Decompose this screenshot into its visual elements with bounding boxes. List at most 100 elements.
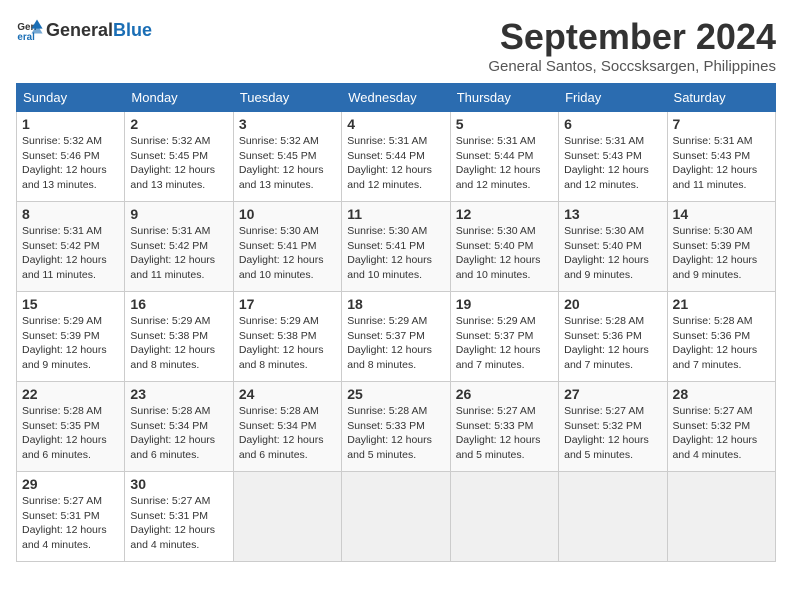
calendar-cell: 25 Sunrise: 5:28 AM Sunset: 5:33 PM Dayli… <box>342 382 450 472</box>
calendar-cell: 22 Sunrise: 5:28 AM Sunset: 5:35 PM Dayli… <box>17 382 125 472</box>
calendar-cell: 2 Sunrise: 5:32 AM Sunset: 5:45 PM Daylig… <box>125 112 233 202</box>
calendar-cell: 13 Sunrise: 5:30 AM Sunset: 5:40 PM Dayli… <box>559 202 667 292</box>
calendar-cell: 12 Sunrise: 5:30 AM Sunset: 5:40 PM Dayli… <box>450 202 558 292</box>
calendar-cell: 21 Sunrise: 5:28 AM Sunset: 5:36 PM Dayli… <box>667 292 775 382</box>
logo-blue: Blue <box>113 20 152 40</box>
calendar-cell: 19Sunrise: 5:29 AM Sunset: 5:37 PM Dayli… <box>450 292 558 382</box>
day-info: Sunrise: 5:27 AM Sunset: 5:32 PM Dayligh… <box>564 404 661 463</box>
day-number: 30 <box>130 476 227 492</box>
calendar-cell <box>450 472 558 562</box>
day-number: 6 <box>564 116 661 132</box>
logo-icon: Gen eral <box>16 16 44 44</box>
logo-general: General <box>46 20 113 40</box>
calendar-cell <box>342 472 450 562</box>
day-info: Sunrise: 5:31 AM Sunset: 5:44 PM Dayligh… <box>456 134 553 193</box>
calendar-cell: 30 Sunrise: 5:27 AM Sunset: 5:31 PM Dayli… <box>125 472 233 562</box>
day-number: 5 <box>456 116 553 132</box>
day-number: 13 <box>564 206 661 222</box>
day-number: 3 <box>239 116 336 132</box>
calendar-cell: 27 Sunrise: 5:27 AM Sunset: 5:32 PM Dayli… <box>559 382 667 472</box>
week-row-3: 15 Sunrise: 5:29 AM Sunset: 5:39 PM Dayli… <box>17 292 776 382</box>
day-info: Sunrise: 5:31 AM Sunset: 5:42 PM Dayligh… <box>22 224 119 283</box>
calendar-cell: 15 Sunrise: 5:29 AM Sunset: 5:39 PM Dayli… <box>17 292 125 382</box>
logo: Gen eral GeneralBlue <box>16 16 152 44</box>
calendar-cell: 11 Sunrise: 5:30 AM Sunset: 5:41 PM Dayli… <box>342 202 450 292</box>
day-info: Sunrise: 5:32 AM Sunset: 5:45 PM Dayligh… <box>130 134 227 193</box>
day-number: 9 <box>130 206 227 222</box>
day-info: Sunrise: 5:27 AM Sunset: 5:32 PM Dayligh… <box>673 404 770 463</box>
week-row-4: 22 Sunrise: 5:28 AM Sunset: 5:35 PM Dayli… <box>17 382 776 472</box>
day-info: Sunrise: 5:28 AM Sunset: 5:34 PM Dayligh… <box>239 404 336 463</box>
location-subtitle: General Santos, Soccsksargen, Philippine… <box>488 58 776 75</box>
calendar-cell <box>667 472 775 562</box>
header-saturday: Saturday <box>667 84 775 112</box>
day-info: Sunrise: 5:31 AM Sunset: 5:42 PM Dayligh… <box>130 224 227 283</box>
calendar-cell: 9 Sunrise: 5:31 AM Sunset: 5:42 PM Daylig… <box>125 202 233 292</box>
day-number: 25 <box>347 386 444 402</box>
calendar-table: Sunday Monday Tuesday Wednesday Thursday… <box>16 83 776 562</box>
day-number: 18 <box>347 296 444 312</box>
day-number: 11 <box>347 206 444 222</box>
day-info: Sunrise: 5:31 AM Sunset: 5:44 PM Dayligh… <box>347 134 444 193</box>
day-number: 23 <box>130 386 227 402</box>
day-info: Sunrise: 5:29 AM Sunset: 5:37 PM Dayligh… <box>456 314 553 373</box>
day-number: 27 <box>564 386 661 402</box>
day-number: 20 <box>564 296 661 312</box>
calendar-cell: 5 Sunrise: 5:31 AM Sunset: 5:44 PM Daylig… <box>450 112 558 202</box>
day-number: 12 <box>456 206 553 222</box>
day-number: 24 <box>239 386 336 402</box>
day-number: 2 <box>130 116 227 132</box>
header-friday: Friday <box>559 84 667 112</box>
day-info: Sunrise: 5:30 AM Sunset: 5:41 PM Dayligh… <box>347 224 444 283</box>
day-info: Sunrise: 5:27 AM Sunset: 5:31 PM Dayligh… <box>130 494 227 553</box>
day-info: Sunrise: 5:28 AM Sunset: 5:36 PM Dayligh… <box>673 314 770 373</box>
calendar-cell: 3 Sunrise: 5:32 AM Sunset: 5:45 PM Daylig… <box>233 112 341 202</box>
day-number: 7 <box>673 116 770 132</box>
day-info: Sunrise: 5:28 AM Sunset: 5:35 PM Dayligh… <box>22 404 119 463</box>
weekday-header-row: Sunday Monday Tuesday Wednesday Thursday… <box>17 84 776 112</box>
header-wednesday: Wednesday <box>342 84 450 112</box>
calendar-cell: 16 Sunrise: 5:29 AM Sunset: 5:38 PM Dayli… <box>125 292 233 382</box>
calendar-cell <box>233 472 341 562</box>
calendar-cell: 20Sunrise: 5:28 AM Sunset: 5:36 PM Dayli… <box>559 292 667 382</box>
calendar-cell: 18Sunrise: 5:29 AM Sunset: 5:37 PM Dayli… <box>342 292 450 382</box>
day-info: Sunrise: 5:29 AM Sunset: 5:38 PM Dayligh… <box>130 314 227 373</box>
day-info: Sunrise: 5:28 AM Sunset: 5:34 PM Dayligh… <box>130 404 227 463</box>
title-block: September 2024 General Santos, Soccsksar… <box>488 16 776 75</box>
day-info: Sunrise: 5:28 AM Sunset: 5:33 PM Dayligh… <box>347 404 444 463</box>
day-info: Sunrise: 5:31 AM Sunset: 5:43 PM Dayligh… <box>564 134 661 193</box>
day-info: Sunrise: 5:30 AM Sunset: 5:39 PM Dayligh… <box>673 224 770 283</box>
day-info: Sunrise: 5:29 AM Sunset: 5:38 PM Dayligh… <box>239 314 336 373</box>
calendar-cell: 1Sunrise: 5:32 AM Sunset: 5:46 PM Daylig… <box>17 112 125 202</box>
calendar-cell: 23 Sunrise: 5:28 AM Sunset: 5:34 PM Dayli… <box>125 382 233 472</box>
day-number: 22 <box>22 386 119 402</box>
month-year-title: September 2024 <box>488 16 776 58</box>
calendar-cell: 10Sunrise: 5:30 AM Sunset: 5:41 PM Dayli… <box>233 202 341 292</box>
day-number: 15 <box>22 296 119 312</box>
header-sunday: Sunday <box>17 84 125 112</box>
day-info: Sunrise: 5:32 AM Sunset: 5:45 PM Dayligh… <box>239 134 336 193</box>
day-number: 21 <box>673 296 770 312</box>
day-number: 28 <box>673 386 770 402</box>
day-number: 17 <box>239 296 336 312</box>
header-tuesday: Tuesday <box>233 84 341 112</box>
calendar-cell: 8 Sunrise: 5:31 AM Sunset: 5:42 PM Daylig… <box>17 202 125 292</box>
calendar-cell: 14Sunrise: 5:30 AM Sunset: 5:39 PM Dayli… <box>667 202 775 292</box>
calendar-cell: 4Sunrise: 5:31 AM Sunset: 5:44 PM Daylig… <box>342 112 450 202</box>
day-info: Sunrise: 5:30 AM Sunset: 5:40 PM Dayligh… <box>456 224 553 283</box>
day-number: 10 <box>239 206 336 222</box>
day-number: 26 <box>456 386 553 402</box>
day-info: Sunrise: 5:29 AM Sunset: 5:39 PM Dayligh… <box>22 314 119 373</box>
calendar-cell: 28 Sunrise: 5:27 AM Sunset: 5:32 PM Dayli… <box>667 382 775 472</box>
calendar-cell: 6 Sunrise: 5:31 AM Sunset: 5:43 PM Daylig… <box>559 112 667 202</box>
day-number: 16 <box>130 296 227 312</box>
week-row-2: 8 Sunrise: 5:31 AM Sunset: 5:42 PM Daylig… <box>17 202 776 292</box>
day-info: Sunrise: 5:30 AM Sunset: 5:40 PM Dayligh… <box>564 224 661 283</box>
calendar-cell: 7Sunrise: 5:31 AM Sunset: 5:43 PM Daylig… <box>667 112 775 202</box>
calendar-cell: 17 Sunrise: 5:29 AM Sunset: 5:38 PM Dayli… <box>233 292 341 382</box>
day-info: Sunrise: 5:32 AM Sunset: 5:46 PM Dayligh… <box>22 134 119 193</box>
calendar-cell: 29Sunrise: 5:27 AM Sunset: 5:31 PM Dayli… <box>17 472 125 562</box>
header-monday: Monday <box>125 84 233 112</box>
calendar-cell: 24 Sunrise: 5:28 AM Sunset: 5:34 PM Dayli… <box>233 382 341 472</box>
day-number: 8 <box>22 206 119 222</box>
